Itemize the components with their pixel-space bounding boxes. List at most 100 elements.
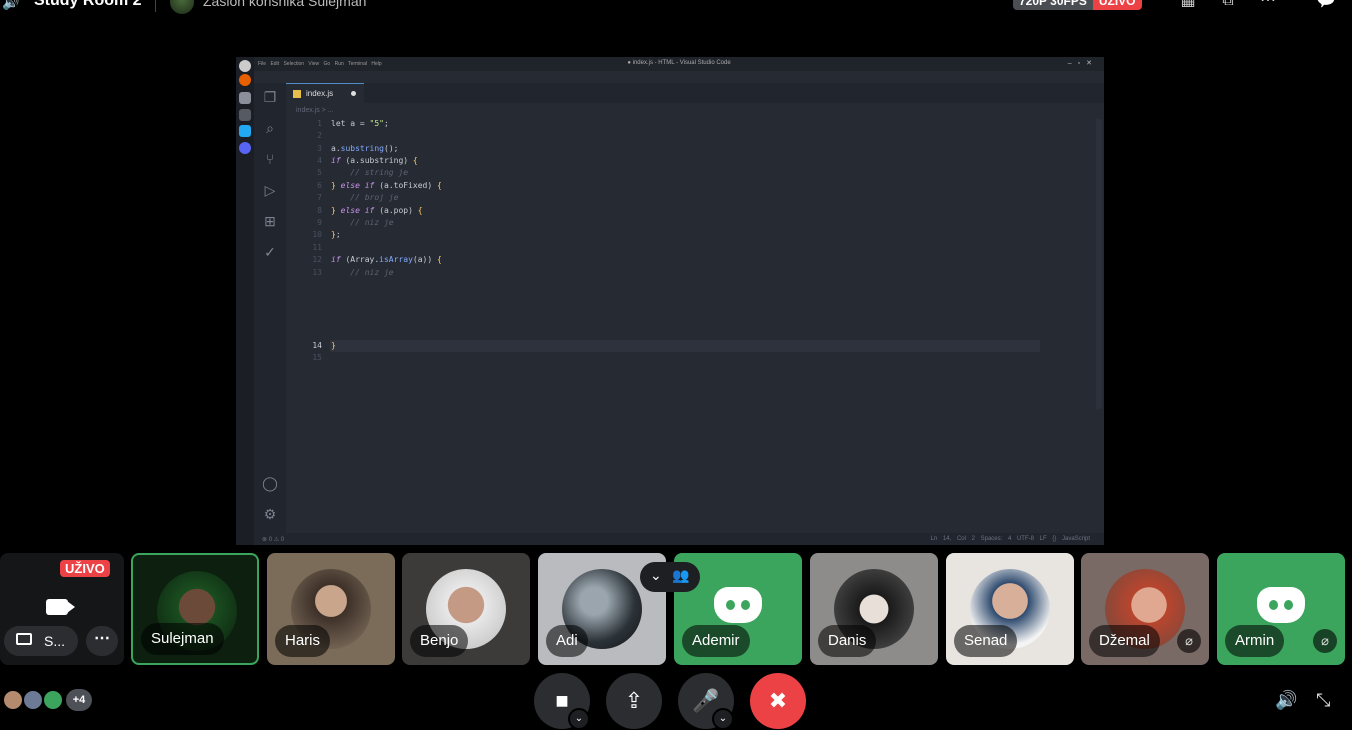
vscode-window-title: ● index.js - HTML - Visual Studio Code — [627, 60, 731, 66]
code-line-14: } — [331, 341, 336, 350]
exit-fullscreen-icon[interactable]: ⤡ — [1316, 690, 1330, 711]
settings-gear-icon: ⚙ — [263, 506, 277, 522]
voice-channel-icon: 🔊 — [2, 0, 20, 10]
participant-tile[interactable]: Benjo — [402, 553, 530, 665]
line-number: 9 — [317, 218, 322, 227]
vscode-titlebar: File Edit Selection View Go Run Terminal… — [254, 57, 1104, 71]
vscode-statusbar: ⊗ 0 ⚠ 0 Ln 14, Col 2 Spaces: 4 UTF-8 LF … — [254, 533, 1104, 545]
code-line-13: // niz je — [350, 268, 394, 277]
avatar — [42, 689, 64, 711]
terminal-icon — [239, 109, 251, 121]
line-number: 1 — [317, 119, 322, 128]
code-line-10: }; — [331, 230, 341, 239]
participant-tile[interactable]: Danis — [810, 553, 938, 665]
quality-label: 720P 30FPS — [1013, 0, 1093, 10]
line-number: 15 — [312, 353, 322, 362]
mic-options-chevron[interactable]: ⌄ — [712, 708, 734, 730]
run-debug-icon: ▷ — [264, 182, 276, 198]
more-options-button[interactable]: ⋯ — [86, 626, 118, 656]
streamer-avatar — [170, 0, 194, 14]
code-editor: 1 2 3 4 5 6 7 8 9 10 11 12 13 14 15 let … — [286, 119, 1086, 419]
breadcrumb: index.js > ... — [296, 107, 334, 114]
participant-name: Danis — [818, 625, 877, 657]
line-number: 2 — [317, 131, 322, 140]
editor-scrollbar[interactable] — [1096, 119, 1102, 409]
chevron-down-icon: ⌄ — [650, 567, 662, 583]
code-line-12: if (Array.isArray(a)) { — [331, 255, 442, 264]
files-icon — [239, 92, 251, 104]
activity-bar: ❐ ⌕ ⑂ ▷ ⊞ ✓ ◯ ⚙ — [254, 83, 286, 535]
grid-layout-icon[interactable]: ▦ — [1179, 0, 1197, 10]
vscode-icon — [239, 125, 251, 137]
muted-mic-icon: ⌀ — [1313, 629, 1337, 653]
stream-preview-tile[interactable]: UŽIVO S... ⋯ — [0, 553, 124, 665]
avatar — [2, 689, 24, 711]
code-line-8: } else if (a.pop) { — [331, 206, 423, 215]
code-line-1: let a = "5"; — [331, 119, 389, 128]
os-menu-icon — [239, 60, 251, 72]
stream-quality-badge: 720P 30FPS UŽIVO — [1013, 0, 1142, 10]
live-badge: UŽIVO — [1092, 0, 1142, 10]
code-line-6: } else if (a.toFixed) { — [331, 181, 442, 190]
stream-subtitle: Zaslon korisnika Sulejman — [203, 0, 367, 9]
participant-tile[interactable]: Armin ⌀ — [1217, 553, 1345, 665]
avatar — [22, 689, 44, 711]
participant-name: Ademir — [682, 625, 750, 657]
checkmark-icon: ✓ — [264, 244, 276, 260]
line-number: 3 — [317, 144, 322, 153]
stream-source-pill[interactable]: S... — [4, 626, 78, 656]
extra-participants-count: +4 — [66, 689, 92, 711]
participant-name: Senad — [954, 625, 1018, 657]
line-number: 14 — [312, 341, 322, 350]
code-line-9: // niz je — [350, 218, 394, 227]
line-number: 11 — [312, 243, 322, 252]
discord-default-avatar-icon — [1257, 587, 1305, 623]
unsaved-dot-icon — [351, 91, 356, 96]
participant-name: Adi — [546, 625, 588, 657]
divider — [155, 0, 156, 12]
monitor-icon — [16, 633, 32, 645]
more-options-icon[interactable]: ⋯ — [1259, 0, 1277, 10]
tab-index-js: index.js — [286, 83, 364, 103]
share-screen-button[interactable]: ⇪ — [606, 673, 662, 729]
line-number: 12 — [312, 255, 322, 264]
participant-name: Džemal — [1089, 625, 1160, 657]
people-icon: 👥 — [672, 567, 690, 583]
screen-share-view[interactable]: File Edit Selection View Go Run Terminal… — [236, 57, 1104, 545]
chat-icon[interactable]: 💬 — [1316, 0, 1336, 10]
participants-toggle[interactable]: ⌄ 👥 — [640, 562, 700, 592]
line-number: 8 — [317, 206, 322, 215]
participant-tile[interactable]: Džemal ⌀ — [1081, 553, 1209, 665]
line-number: 6 — [317, 181, 322, 190]
camera-icon — [46, 599, 75, 615]
source-control-icon: ⑂ — [265, 151, 275, 167]
line-number: 4 — [317, 156, 322, 165]
live-badge: UŽIVO — [60, 560, 110, 577]
discord-app-icon — [239, 142, 251, 154]
os-taskbar — [236, 57, 254, 545]
volume-icon[interactable]: 🔊 — [1275, 690, 1297, 711]
discord-default-avatar-icon — [714, 587, 762, 623]
line-number: 5 — [317, 168, 322, 177]
muted-mic-icon: ⌀ — [1177, 629, 1201, 653]
current-line-highlight — [330, 340, 1040, 352]
line-number: 13 — [312, 268, 322, 277]
stop-stream-button[interactable]: ✖ — [750, 673, 806, 729]
participant-name: Haris — [275, 625, 331, 657]
code-line-4: if (a.substring) { — [331, 156, 418, 165]
line-number: 10 — [312, 230, 322, 239]
participant-tile[interactable]: Senad — [946, 553, 1074, 665]
firefox-icon — [239, 74, 251, 86]
code-line-5: // string je — [350, 168, 409, 177]
window-controls: –▫✕ — [1067, 60, 1098, 67]
problems-count: ⊗ 0 ⚠ 0 — [262, 537, 285, 543]
participant-tile[interactable]: Sulejman — [131, 553, 259, 665]
participant-name: Armin — [1225, 625, 1285, 657]
top-bar: 🔊 Study Room 2 Zaslon korisnika Sulejman… — [0, 0, 1352, 16]
camera-options-chevron[interactable]: ⌄ — [568, 708, 590, 730]
participant-tile[interactable]: Haris — [267, 553, 395, 665]
code-line-3: a.substring(); — [331, 144, 399, 153]
channel-title: Study Room 2 — [34, 0, 142, 9]
popout-icon[interactable]: ⧉ — [1219, 0, 1237, 10]
explorer-icon: ❐ — [263, 89, 277, 105]
